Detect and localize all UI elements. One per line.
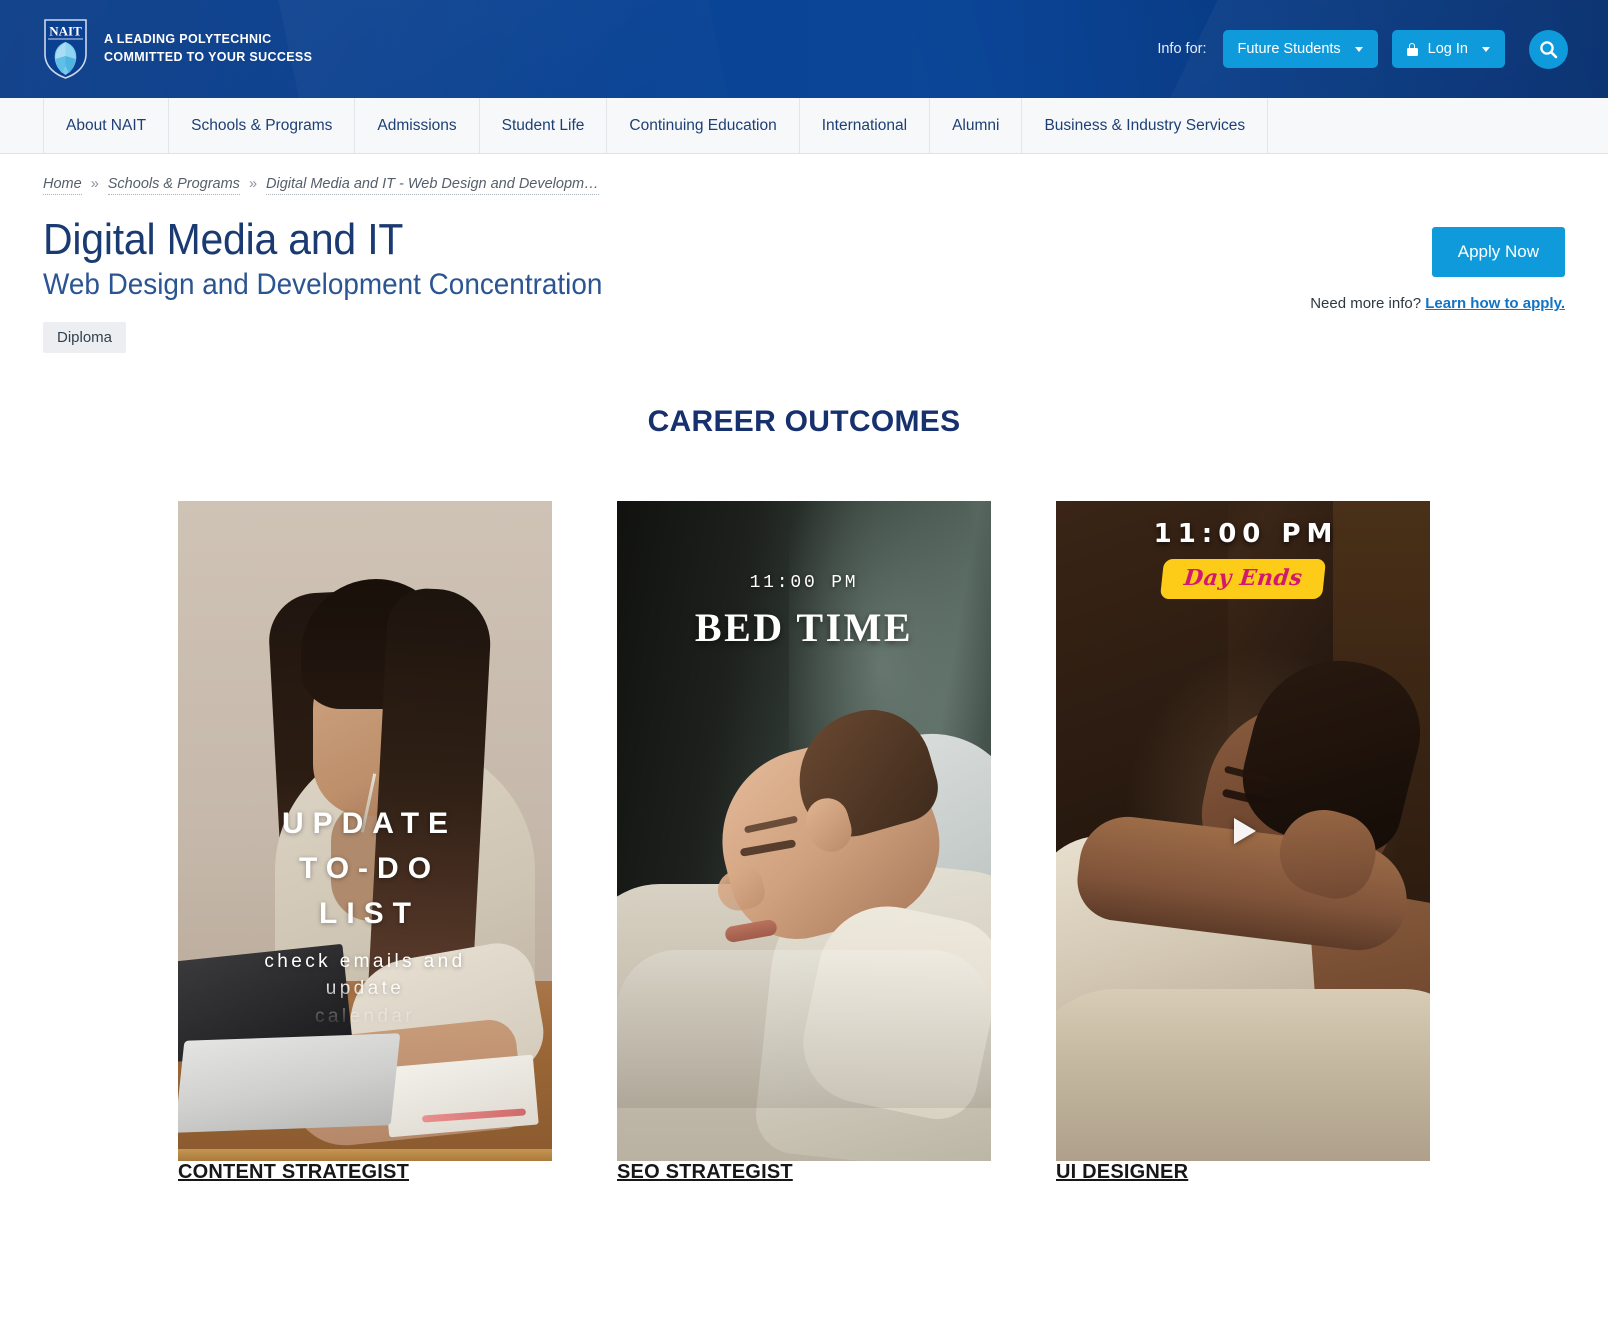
- career-card-media[interactable]: 11:00 PM BED TIME: [617, 500, 991, 1161]
- card1-headline-line-2: TO-DO: [298, 851, 441, 885]
- play-button[interactable]: [1224, 812, 1262, 850]
- chevron-down-icon: [1354, 46, 1363, 52]
- nav-item-alumni[interactable]: Alumni: [929, 98, 1021, 153]
- career-card-ui-designer: 11:00 PM Day Ends UI DESIGNER: [1056, 500, 1430, 1184]
- credential-badge: Diploma: [43, 321, 127, 353]
- card1-overlay-headline: UPDATE TO-DO LIST: [178, 801, 552, 936]
- breadcrumb-item-current-page[interactable]: Digital Media and IT - Web Design and De…: [266, 176, 599, 195]
- nav-item-continuing-education[interactable]: Continuing Education: [606, 98, 798, 153]
- card3-text-overlay: 11:00 PM Day Ends: [1056, 519, 1430, 599]
- card2-overlay-title: BED TIME: [694, 604, 914, 650]
- play-icon: [1234, 817, 1256, 844]
- breadcrumb: Home » Schools & Programs » Digital Medi…: [0, 154, 1608, 195]
- chevron-down-icon: [1482, 46, 1490, 52]
- career-card-content-strategist: UPDATE TO-DO LIST check emails and updat…: [178, 500, 552, 1184]
- need-more-info-text: Need more info?: [1310, 295, 1422, 312]
- card1-headline-line-3: LIST: [319, 896, 420, 930]
- career-card-caption-ui-designer[interactable]: UI DESIGNER: [1056, 1161, 1188, 1183]
- card1-subtext-line-1: check emails and: [264, 950, 466, 972]
- search-button[interactable]: [1529, 29, 1568, 69]
- search-icon: [1540, 40, 1558, 58]
- card2-bed-fold: [617, 949, 991, 1108]
- breadcrumb-separator: »: [248, 176, 258, 192]
- card3-overlay-time: 11:00 PM: [1153, 518, 1339, 549]
- card3-blanket: [1056, 989, 1430, 1161]
- career-card-seo-strategist: 11:00 PM BED TIME SEO STRATEGIST: [617, 500, 991, 1184]
- nav-item-schools-programs[interactable]: Schools & Programs: [168, 98, 354, 153]
- info-for-label: Info for:: [1157, 41, 1207, 57]
- nav-item-about-nait[interactable]: About NAIT: [43, 98, 168, 153]
- card1-laptop: [178, 1033, 401, 1133]
- page-subtitle: Web Design and Development Concentration: [43, 268, 603, 302]
- card3-overlay-badge: Day Ends: [1159, 558, 1327, 599]
- learn-how-to-apply-link[interactable]: Learn how to apply.: [1425, 295, 1565, 312]
- login-button-label: Log In: [1427, 41, 1468, 57]
- main-navigation: About NAIT Schools & Programs Admissions…: [0, 98, 1608, 154]
- page-header-left: Digital Media and IT Web Design and Deve…: [43, 215, 644, 353]
- header-actions: Info for: Future Students Log In: [1157, 29, 1568, 69]
- card1-headline-line-1: UPDATE: [281, 806, 458, 840]
- nav-item-international[interactable]: International: [798, 98, 929, 153]
- breadcrumb-item-home[interactable]: Home: [43, 176, 82, 195]
- svg-text:NAIT: NAIT: [49, 24, 82, 39]
- apply-now-button[interactable]: Apply Now: [1431, 227, 1565, 277]
- career-card-media[interactable]: 11:00 PM Day Ends: [1056, 500, 1430, 1161]
- breadcrumb-separator: »: [90, 176, 99, 192]
- page-header-actions: Apply Now Need more info? Learn how to a…: [1310, 215, 1565, 312]
- nav-item-admissions[interactable]: Admissions: [354, 98, 478, 153]
- site-header: NAIT A LEADING POLYTECHNIC COMMITTED TO …: [0, 0, 1608, 98]
- card1-text-overlay: UPDATE TO-DO LIST check emails and updat…: [178, 801, 552, 1031]
- card1-subtext-line-3: calendar: [314, 1005, 416, 1027]
- nait-shield-icon: NAIT: [43, 18, 88, 80]
- career-outcomes-title: CAREER OUTCOMES: [647, 404, 961, 438]
- career-card-caption-seo-strategist[interactable]: SEO STRATEGIST: [617, 1161, 793, 1183]
- audience-dropdown[interactable]: Future Students: [1222, 30, 1378, 68]
- page-header: Digital Media and IT Web Design and Deve…: [0, 195, 1608, 353]
- career-outcomes-section: CAREER OUTCOMES UPDATE TO-DO LIST check …: [0, 405, 1608, 1184]
- login-button[interactable]: Log In: [1391, 30, 1505, 68]
- audience-dropdown-value: Future Students: [1237, 41, 1341, 57]
- card2-overlay-time: 11:00 PM: [749, 572, 859, 593]
- career-card-caption-content-strategist[interactable]: CONTENT STRATEGIST: [178, 1161, 409, 1183]
- tagline-line-2: COMMITTED TO YOUR SUCCESS: [104, 50, 313, 64]
- tagline-line-1: A LEADING POLYTECHNIC: [104, 32, 272, 47]
- nait-logo-link[interactable]: NAIT A LEADING POLYTECHNIC COMMITTED TO …: [43, 18, 312, 80]
- card1-subtext-line-2: update: [325, 978, 405, 1000]
- career-outcomes-cards: UPDATE TO-DO LIST check emails and updat…: [0, 500, 1608, 1184]
- card1-overlay-subtext: check emails and update calendar: [178, 948, 552, 1031]
- brand-tagline: A LEADING POLYTECHNIC COMMITTED TO YOUR …: [104, 31, 312, 67]
- nav-item-business-industry-services[interactable]: Business & Industry Services: [1021, 98, 1269, 153]
- breadcrumb-item-schools-programs[interactable]: Schools & Programs: [107, 176, 240, 195]
- card2-text-overlay: 11:00 PM BED TIME: [617, 573, 991, 651]
- need-more-info: Need more info? Learn how to apply.: [1310, 295, 1565, 312]
- nav-item-student-life[interactable]: Student Life: [478, 98, 607, 153]
- lock-icon: [1406, 42, 1418, 56]
- card1-notebook: [383, 1054, 539, 1138]
- career-card-media[interactable]: UPDATE TO-DO LIST check emails and updat…: [178, 500, 552, 1161]
- page-title: Digital Media and IT: [43, 215, 404, 264]
